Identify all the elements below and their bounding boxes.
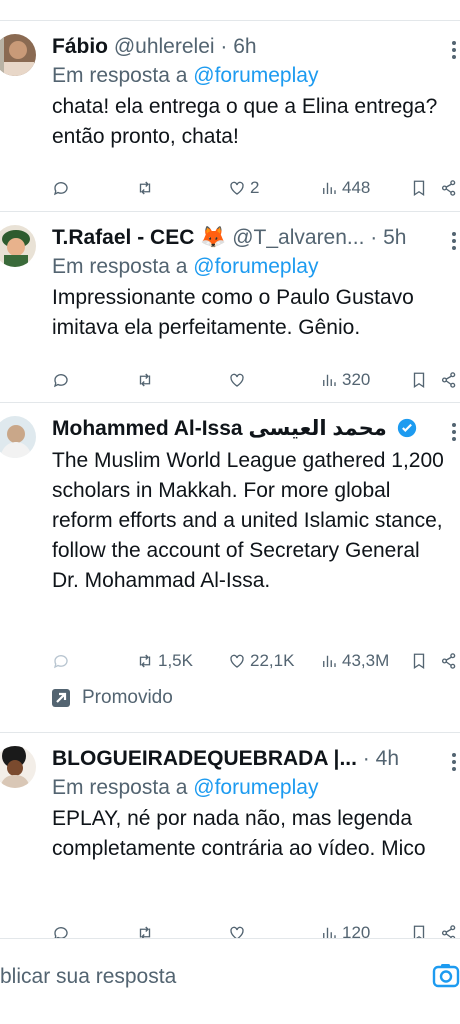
avatar[interactable]: [0, 746, 36, 788]
heart-icon: [230, 373, 244, 387]
tweet-content: T.Rafael - CEC 🦊 @T_alvaren... · 5h Em r…: [52, 225, 460, 343]
tweet-header: Fábio @uhlerelei · 6h: [52, 34, 444, 60]
tweet-header: T.Rafael - CEC 🦊 @T_alvaren... · 5h: [52, 225, 444, 251]
tweet-header: Mohammed Al-Issa محمد العيسى: [52, 416, 444, 442]
promoted-arrow-icon: [52, 689, 70, 707]
tweet-header: BLOGUEIRADEQUEBRADA |... · 4h: [52, 746, 444, 772]
reply-context: Em resposta a @forumeplay: [52, 774, 460, 802]
reply-prefix: Em resposta a: [52, 64, 188, 87]
tweet-actions: 320: [52, 368, 460, 392]
views-icon: [323, 655, 336, 667]
more-options-icon[interactable]: [448, 38, 460, 64]
like-count: 22,1K: [250, 651, 295, 670]
tweet-text: Impressionante como o Paulo Gustavo imit…: [52, 286, 414, 339]
author-name[interactable]: T.Rafael - CEC: [52, 226, 194, 249]
name-emoji: 🦊: [200, 226, 227, 249]
tweet-2[interactable]: T.Rafael - CEC 🦊 @T_alvaren... · 5h Em r…: [0, 212, 460, 403]
reply-mention-link[interactable]: @forumeplay: [193, 64, 318, 87]
like-count: 2: [250, 178, 260, 197]
avatar[interactable]: [0, 34, 36, 76]
more-options-icon[interactable]: [448, 750, 460, 776]
bookmark-button[interactable]: [410, 368, 428, 392]
reply-button[interactable]: [52, 368, 74, 392]
like-button[interactable]: 2: [228, 176, 259, 200]
reply-context: Em resposta a @forumeplay: [52, 62, 460, 90]
tweet-4[interactable]: BLOGUEIRADEQUEBRADA |... · 4h Em respost…: [0, 733, 460, 953]
views-button[interactable]: 448: [320, 176, 370, 200]
reply-mention-link[interactable]: @forumeplay: [193, 776, 318, 799]
share-button[interactable]: [440, 176, 458, 200]
share-icon: [441, 372, 456, 388]
like-button[interactable]: 22,1K: [228, 649, 294, 673]
share-button[interactable]: [440, 649, 458, 673]
separator-dot: ·: [362, 747, 370, 770]
tweet-3-promoted[interactable]: Mohammed Al-Issa محمد العيسى The Muslim …: [0, 403, 460, 733]
reply-mention-link[interactable]: @forumeplay: [193, 255, 318, 278]
views-button[interactable]: 320: [320, 368, 370, 392]
tweet-text: chata! ela entrega o que a Elina entrega…: [52, 95, 438, 148]
reply-input[interactable]: blicar sua resposta: [0, 965, 176, 989]
bookmark-icon: [413, 180, 425, 197]
views-count: 43,3M: [342, 651, 390, 670]
separator-dot: ·: [220, 35, 228, 58]
reply-button[interactable]: [52, 649, 74, 673]
reply-prefix: Em resposta a: [52, 255, 188, 278]
timestamp[interactable]: 4h: [376, 747, 399, 770]
avatar[interactable]: [0, 416, 36, 458]
share-icon: [441, 653, 456, 669]
author-handle[interactable]: @T_alvaren...: [232, 226, 364, 249]
author-name[interactable]: Mohammed Al-Issa محمد العيسى: [52, 417, 387, 440]
promoted-label: Promovido: [52, 687, 173, 709]
bookmark-icon: [413, 653, 425, 670]
share-icon: [441, 180, 456, 196]
retweet-icon: [139, 181, 151, 195]
tweet-content: Fábio @uhlerelei · 6h Em resposta a @for…: [52, 34, 460, 152]
heart-icon: [230, 181, 244, 195]
tweet-content: Mohammed Al-Issa محمد العيسى The Muslim …: [52, 416, 460, 596]
retweet-icon: [139, 654, 151, 668]
retweet-button[interactable]: 1,5K: [136, 649, 193, 673]
author-name[interactable]: Fábio: [52, 35, 108, 58]
more-options-icon[interactable]: [448, 229, 460, 255]
tweet-actions: 1,5K 22,1K 43,3M: [52, 649, 460, 673]
views-count: 448: [342, 178, 371, 197]
author-name[interactable]: BLOGUEIRADEQUEBRADA |...: [52, 747, 357, 770]
reply-icon: [53, 655, 68, 669]
retweet-button[interactable]: [136, 368, 158, 392]
timestamp[interactable]: 6h: [233, 35, 256, 58]
heart-icon: [230, 654, 244, 668]
tweet-actions: 2 448: [52, 176, 460, 200]
views-count: 320: [342, 370, 371, 389]
camera-icon[interactable]: [432, 961, 460, 991]
reply-icon: [53, 182, 68, 196]
like-button[interactable]: [228, 368, 250, 392]
views-button[interactable]: 43,3M: [320, 649, 389, 673]
separator-dot: ·: [370, 226, 378, 249]
timestamp[interactable]: 5h: [383, 226, 406, 249]
views-icon: [323, 374, 336, 386]
more-options-icon[interactable]: [448, 420, 460, 446]
retweet-button[interactable]: [136, 176, 158, 200]
reply-icon: [53, 374, 68, 388]
retweet-count: 1,5K: [158, 651, 193, 670]
tweet-text: EPLAY, né por nada não, mas legenda comp…: [52, 807, 426, 860]
tweet-content: BLOGUEIRADEQUEBRADA |... · 4h Em respost…: [52, 746, 460, 864]
reply-context: Em resposta a @forumeplay: [52, 253, 460, 281]
author-handle[interactable]: @uhlerelei: [114, 35, 215, 58]
reply-composer: blicar sua resposta: [0, 938, 460, 1024]
bookmark-icon: [413, 372, 425, 389]
reply-prefix: Em resposta a: [52, 776, 188, 799]
retweet-icon: [139, 373, 151, 387]
bookmark-button[interactable]: [410, 649, 428, 673]
promoted-text: Promovido: [82, 687, 173, 708]
verified-badge-icon: [397, 418, 416, 438]
tweet-1[interactable]: Fábio @uhlerelei · 6h Em resposta a @for…: [0, 21, 460, 212]
views-icon: [323, 182, 336, 194]
share-button[interactable]: [440, 368, 458, 392]
tweet-text: The Muslim World League gathered 1,200 s…: [52, 449, 444, 592]
bookmark-button[interactable]: [410, 176, 428, 200]
avatar[interactable]: [0, 225, 36, 267]
reply-button[interactable]: [52, 176, 74, 200]
